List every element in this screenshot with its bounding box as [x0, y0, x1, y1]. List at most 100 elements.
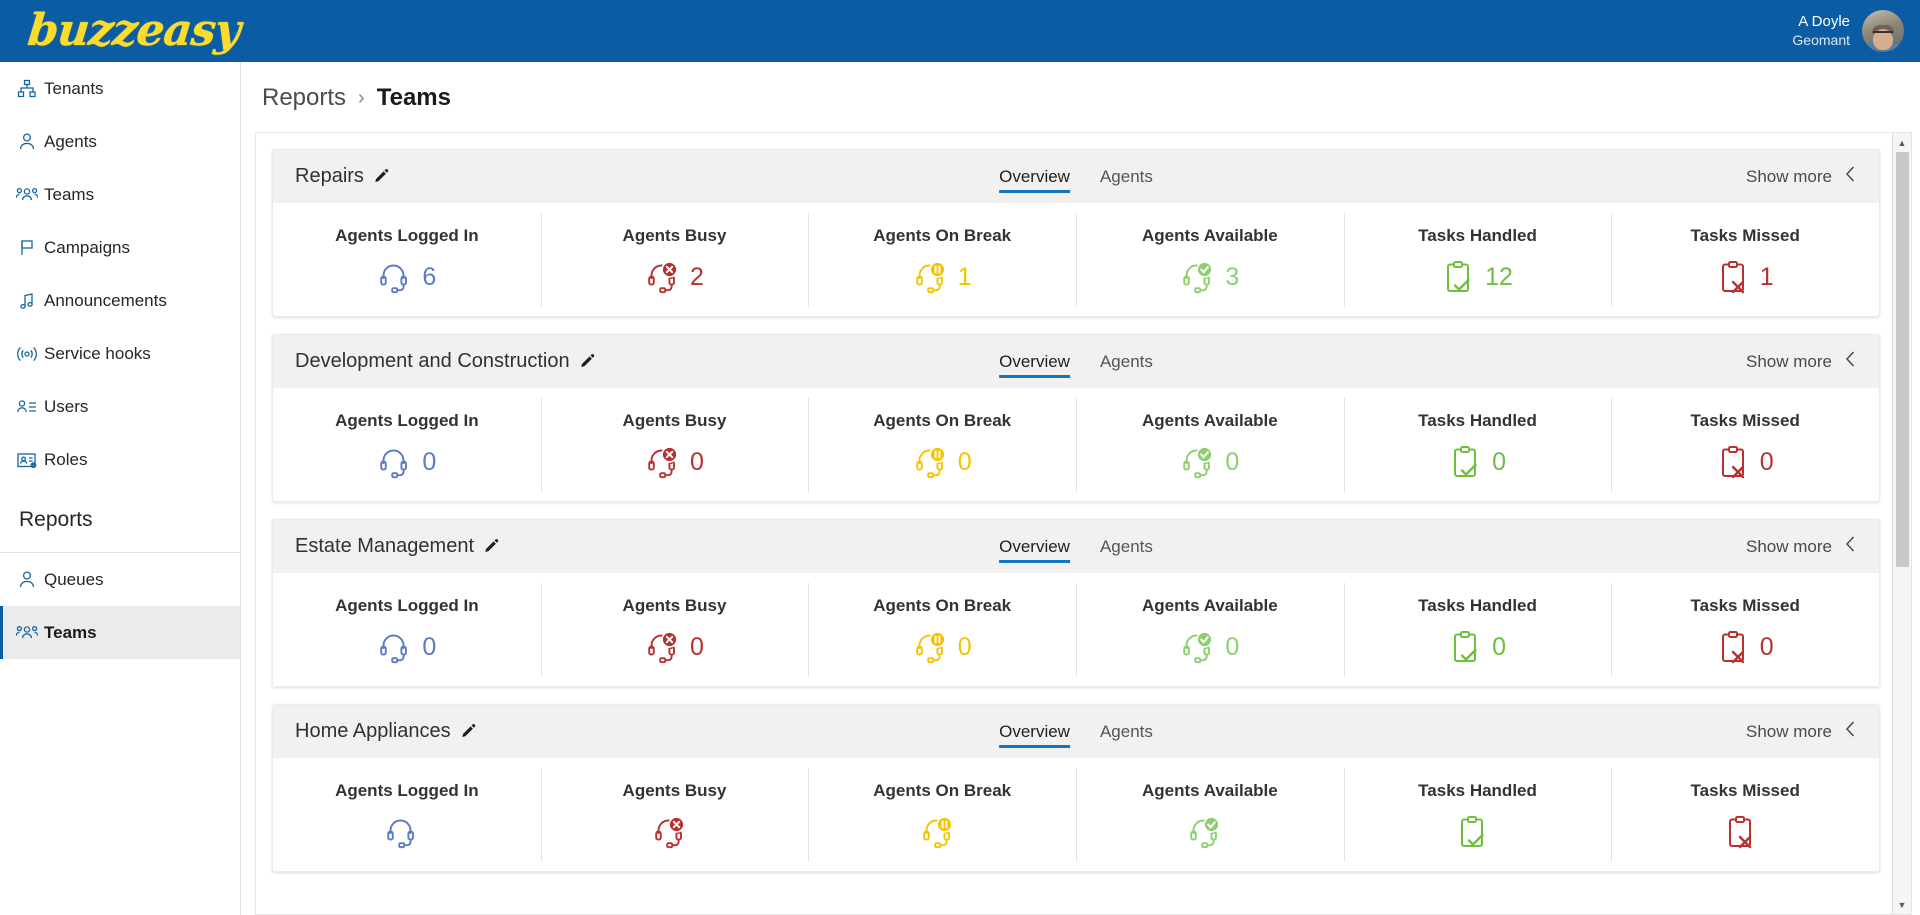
- metric-label: Agents Available: [1141, 226, 1278, 245]
- badge-gear-icon: [10, 450, 44, 470]
- metric-value-row: 0: [1180, 445, 1239, 479]
- metric-tile: Agents Logged In 0: [273, 389, 541, 501]
- metric-label: Agents Busy: [622, 596, 727, 615]
- tab-agents[interactable]: Agents: [1100, 705, 1153, 758]
- scroll-down-arrow-icon[interactable]: ▼: [1893, 895, 1911, 914]
- tab-agents[interactable]: Agents: [1100, 335, 1153, 388]
- metric-value-row: 0: [1717, 630, 1774, 664]
- user-name: A Doyle: [1798, 12, 1850, 30]
- pencil-icon[interactable]: [579, 353, 596, 370]
- metric-tile: Agents Available: [1076, 759, 1344, 871]
- sidebar-item-agents[interactable]: Agents: [0, 115, 240, 168]
- metric-value-row: 0: [645, 445, 704, 479]
- team-metrics-row: Agents Logged In 0 Agents Busy 0 Agents On B…: [273, 573, 1879, 686]
- breadcrumb-parent[interactable]: Reports: [262, 84, 346, 112]
- metric-value: 0: [957, 632, 972, 661]
- show-more-button[interactable]: Show more: [1746, 720, 1857, 743]
- sidebar-item-roles[interactable]: Roles: [0, 433, 240, 486]
- headset-icon: [384, 815, 418, 849]
- show-more-button[interactable]: Show more: [1746, 535, 1857, 558]
- sidebar-item-announcements[interactable]: Announcements: [0, 274, 240, 327]
- sidebar-item-queues[interactable]: Queues: [0, 553, 240, 606]
- avatar[interactable]: [1862, 10, 1904, 52]
- sidebar-item-label: Tenants: [44, 78, 104, 98]
- metric-value: 0: [1759, 447, 1774, 476]
- metric-tile: Tasks Missed 0: [1611, 574, 1879, 686]
- metric-value-row: 0: [1449, 445, 1506, 479]
- metric-value-row: [1456, 815, 1499, 849]
- team-title-group: Home Appliances: [295, 720, 477, 743]
- metric-value: 1: [957, 262, 972, 291]
- metric-label: Agents Logged In: [335, 226, 479, 245]
- tab-overview[interactable]: Overview: [999, 520, 1070, 573]
- team-name: Home Appliances: [295, 720, 451, 742]
- metric-value-row: [1187, 815, 1232, 849]
- metric-label: Tasks Missed: [1690, 226, 1800, 245]
- tab-overview[interactable]: Overview: [999, 705, 1070, 758]
- team-metrics-row: Agents Logged In 6 Agents Busy 2 Agents On B…: [273, 203, 1879, 316]
- headset-icon: [377, 260, 411, 294]
- page-title: Teams: [376, 84, 451, 111]
- tab-agents[interactable]: Agents: [1100, 150, 1153, 203]
- metric-value: 3: [1225, 262, 1240, 291]
- show-more-button[interactable]: Show more: [1746, 350, 1857, 373]
- pencil-icon[interactable]: [483, 538, 500, 555]
- show-more-label: Show more: [1746, 721, 1832, 741]
- sidebar-item-reports-teams[interactable]: Teams: [0, 606, 240, 659]
- clipboard-x-icon: [1717, 445, 1749, 479]
- team-card-tabs: Overview Agents: [999, 520, 1153, 573]
- metric-value-row: 0: [1449, 630, 1506, 664]
- show-more-button[interactable]: Show more: [1746, 165, 1857, 188]
- metric-value-row: [384, 815, 429, 849]
- headset-break-icon: [913, 445, 947, 479]
- metric-value-row: 1: [1717, 260, 1774, 294]
- headset-available-icon: [1180, 445, 1214, 479]
- metric-value: 0: [1759, 632, 1774, 661]
- metric-tile: Agents Busy 0: [540, 574, 809, 686]
- scrollbar-thumb[interactable]: [1896, 152, 1909, 567]
- team-card: Repairs Overview Agents Show more Agents…: [272, 149, 1880, 317]
- sidebar-item-tenants[interactable]: Tenants: [0, 62, 240, 115]
- metric-tile: Agents Available 0: [1076, 389, 1344, 501]
- metric-label: Agents On Break: [873, 596, 1012, 615]
- metric-value: 0: [422, 447, 437, 476]
- tab-overview[interactable]: Overview: [999, 335, 1070, 388]
- metric-label: Tasks Handled: [1418, 781, 1537, 800]
- metric-tile: Tasks Missed 1: [1611, 204, 1879, 316]
- sidebar-item-teams[interactable]: Teams: [0, 168, 240, 221]
- tab-agents[interactable]: Agents: [1100, 520, 1153, 573]
- team-card-tabs: Overview Agents: [999, 335, 1153, 388]
- chevron-left-icon: [1844, 720, 1857, 743]
- sidebar-item-users[interactable]: Users: [0, 380, 240, 433]
- team-card-header: Development and Construction Overview Ag…: [273, 335, 1879, 388]
- clipboard-check-icon: [1449, 630, 1481, 664]
- org-chart-icon: [10, 79, 44, 99]
- metric-label: Agents Logged In: [335, 596, 479, 615]
- headset-busy-icon: [645, 630, 679, 664]
- sidebar-item-campaigns[interactable]: Campaigns: [0, 221, 240, 274]
- clipboard-x-icon: [1724, 815, 1756, 849]
- metric-tile: Tasks Handled 0: [1343, 574, 1612, 686]
- team-card: Development and Construction Overview Ag…: [272, 334, 1880, 502]
- person-icon: [10, 570, 44, 590]
- sidebar-item-service-hooks[interactable]: Service hooks: [0, 327, 240, 380]
- team-title-group: Estate Management: [295, 535, 500, 558]
- tab-overview[interactable]: Overview: [999, 150, 1070, 203]
- metric-value: 2: [690, 262, 704, 291]
- user-org: Geomant: [1792, 31, 1850, 48]
- metric-value-row: 0: [645, 630, 704, 664]
- metric-value: 0: [1225, 447, 1240, 476]
- person-icon: [10, 132, 44, 152]
- app-logo[interactable]: buzzeasy: [25, 5, 242, 56]
- user-menu[interactable]: A Doyle Geomant: [1792, 0, 1904, 62]
- clipboard-check-icon: [1442, 260, 1474, 294]
- sidebar-item-label: Users: [44, 396, 89, 416]
- pencil-icon[interactable]: [460, 723, 477, 740]
- breadcrumb-separator-icon: ›: [358, 86, 365, 109]
- vertical-scrollbar[interactable]: ▲ ▼: [1892, 133, 1911, 914]
- pencil-icon[interactable]: [373, 168, 390, 185]
- team-card-header: Home Appliances Overview Agents Show mor…: [273, 705, 1879, 758]
- breadcrumb: Reports › Teams: [241, 62, 1920, 132]
- scroll-up-arrow-icon[interactable]: ▲: [1893, 133, 1911, 152]
- metric-tile: Tasks Missed 0: [1611, 389, 1879, 501]
